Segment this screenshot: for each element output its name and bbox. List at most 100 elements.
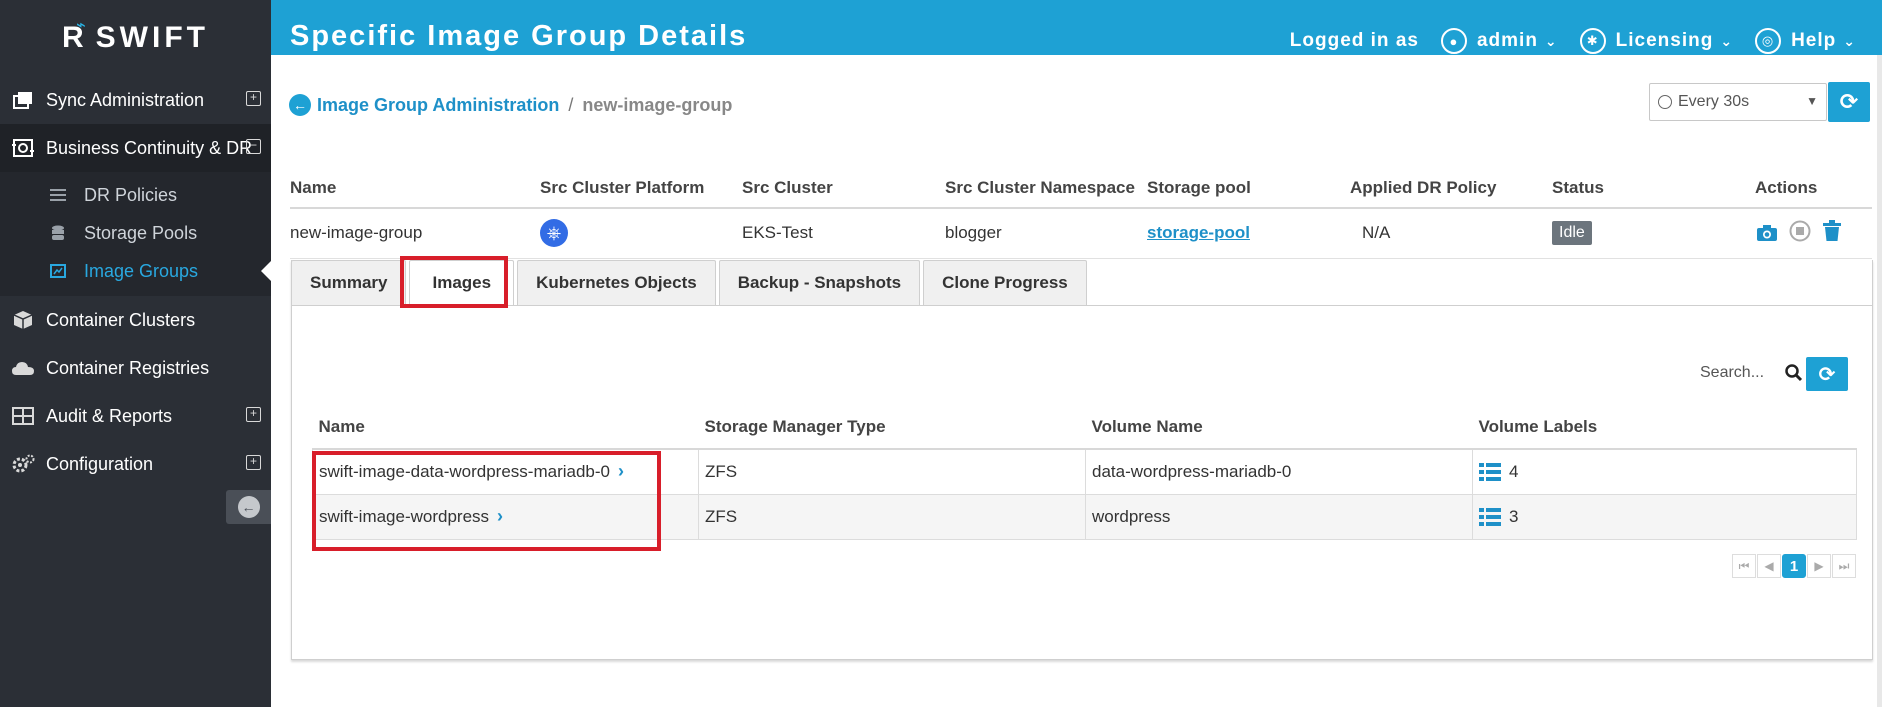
- column-header: Name: [312, 405, 699, 450]
- sidebar-item-container-registries[interactable]: Container Registries: [0, 344, 271, 392]
- tab-kubernetes-objects[interactable]: Kubernetes Objects: [517, 260, 716, 305]
- storage-type: ZFS: [698, 493, 1086, 540]
- table-icon: [10, 405, 36, 427]
- windows-icon: [10, 89, 36, 111]
- stop-icon[interactable]: [1788, 219, 1812, 243]
- expand-icon[interactable]: +: [246, 455, 261, 470]
- sidebar-item-label: Container Registries: [46, 357, 210, 378]
- chevron-down-icon: ⌄: [1843, 32, 1856, 49]
- header-right: Logged in as ● admin ⌄ ✱ Licensing ⌄ ◎ H…: [1290, 28, 1856, 54]
- sidebar-item-configuration[interactable]: Configuration +: [0, 440, 271, 488]
- actions-cell: [1755, 208, 1872, 259]
- gear-icon: ✱: [1579, 28, 1606, 54]
- list-icon[interactable]: [1479, 508, 1501, 527]
- list-icon: [48, 188, 68, 202]
- last-page-icon[interactable]: ⏭: [1832, 554, 1856, 578]
- pagination: ⏮ ◀ 1 ▶ ⏭: [1731, 554, 1856, 578]
- sidebar-item-container-clusters[interactable]: Container Clusters: [0, 296, 271, 344]
- logo: R ⌁ SWIFT: [0, 0, 271, 76]
- tab-backup-snapshots[interactable]: Backup - Snapshots: [718, 260, 921, 305]
- user-menu[interactable]: ● admin ⌄: [1440, 28, 1558, 54]
- table-row: new-image-group ⎈ EKS-Test blogger stora…: [290, 208, 1872, 259]
- kubernetes-icon: ⎈: [540, 219, 568, 248]
- logo-mark: R ⌁: [62, 17, 86, 54]
- labels-cell: 3: [1472, 493, 1857, 540]
- sidebar-item-label: Configuration: [46, 453, 154, 474]
- labels-cell: 4: [1472, 448, 1857, 495]
- database-icon: [48, 225, 68, 241]
- volume-name: wordpress: [1085, 493, 1473, 540]
- scrollbar[interactable]: [1877, 55, 1882, 707]
- src-cluster: EKS-Test: [742, 208, 945, 259]
- chevron-down-icon: ⌄: [1544, 32, 1558, 49]
- business-continuity-icon: [10, 137, 36, 159]
- search-icon[interactable]: [1785, 364, 1803, 387]
- list-icon[interactable]: [1479, 463, 1501, 482]
- first-page-icon[interactable]: ⏮: [1732, 554, 1756, 578]
- sidebar-subnav: DR Policies Storage Pools Image Groups: [0, 172, 271, 296]
- refresh-button[interactable]: ⟳: [1828, 82, 1870, 122]
- breadcrumb-link[interactable]: Image Group Administration: [317, 95, 559, 116]
- column-header: Status: [1552, 168, 1755, 209]
- image-group-icon: [48, 264, 68, 278]
- sidebar-item-business-continuity[interactable]: Business Continuity & DR −: [0, 124, 271, 172]
- sidebar-nav: Sync Administration + Business Continuit…: [0, 76, 271, 488]
- refresh-interval-select[interactable]: Every 30s ▼: [1649, 83, 1827, 121]
- column-header: Volume Labels: [1472, 405, 1857, 450]
- cube-icon: [10, 309, 36, 331]
- page-title: Specific Image Group Details: [290, 20, 748, 52]
- group-name: new-image-group: [290, 208, 540, 259]
- volume-name: data-wordpress-mariadb-0: [1085, 448, 1473, 495]
- licensing-menu[interactable]: ✱ Licensing ⌄: [1579, 28, 1733, 54]
- expand-icon[interactable]: +: [246, 91, 261, 106]
- camera-icon[interactable]: [1755, 221, 1779, 245]
- tab-clone-progress[interactable]: Clone Progress: [923, 260, 1087, 305]
- sidebar-item-label: Audit & Reports: [46, 405, 173, 426]
- sidebar-item-dr-policies[interactable]: DR Policies: [0, 176, 271, 214]
- collapse-icon[interactable]: −: [246, 139, 261, 154]
- help-menu[interactable]: ◎ Help ⌄: [1755, 28, 1856, 54]
- breadcrumb: ← Image Group Administration / new-image…: [289, 94, 732, 116]
- back-arrow-icon[interactable]: ←: [289, 94, 311, 116]
- sidebar-item-sync-administration[interactable]: Sync Administration +: [0, 76, 271, 124]
- breadcrumb-current: new-image-group: [582, 94, 733, 115]
- storage-pool-link[interactable]: storage-pool: [1147, 223, 1250, 242]
- column-header: Volume Name: [1085, 405, 1473, 450]
- cloud-icon: [10, 357, 36, 379]
- images-refresh-button[interactable]: ⟳: [1806, 357, 1848, 391]
- trash-icon[interactable]: [1820, 219, 1844, 243]
- column-header: Name: [290, 168, 540, 209]
- collapse-sidebar-button[interactable]: ←: [226, 490, 271, 524]
- tab-summary[interactable]: Summary: [291, 260, 407, 305]
- breadcrumb-separator: /: [568, 94, 574, 115]
- prev-page-icon[interactable]: ◀: [1757, 554, 1781, 578]
- clock-icon: [1658, 95, 1672, 109]
- status-cell: Idle: [1552, 208, 1755, 259]
- arrow-left-icon: ←: [237, 496, 260, 518]
- sidebar-item-label: Business Continuity & DR: [46, 137, 253, 158]
- column-header: Src Cluster Platform: [540, 168, 742, 209]
- labels-count: 3: [1509, 506, 1519, 526]
- sidebar: R ⌁ SWIFT Sync Administration + Business …: [0, 0, 271, 707]
- labels-count: 4: [1509, 461, 1519, 481]
- licensing-label: Licensing: [1615, 30, 1714, 51]
- expand-icon[interactable]: +: [246, 407, 261, 422]
- sidebar-item-storage-pools[interactable]: Storage Pools: [0, 214, 271, 252]
- refresh-icon: ⟳: [1839, 89, 1859, 114]
- sidebar-item-audit-reports[interactable]: Audit & Reports +: [0, 392, 271, 440]
- gears-icon: [10, 453, 36, 475]
- page-current[interactable]: 1: [1782, 554, 1806, 578]
- column-header: Applied DR Policy: [1350, 168, 1552, 209]
- column-header: Storage pool: [1147, 168, 1350, 209]
- column-header: Src Cluster Namespace: [945, 168, 1147, 209]
- sidebar-item-label: Storage Pools: [84, 222, 198, 243]
- logged-in-label: Logged in as: [1289, 30, 1419, 51]
- next-page-icon[interactable]: ▶: [1807, 554, 1831, 578]
- highlight-box: [400, 256, 508, 308]
- chevron-down-icon: ▼: [1806, 94, 1818, 108]
- sidebar-item-image-groups[interactable]: Image Groups: [0, 252, 271, 290]
- column-header: Src Cluster: [742, 168, 945, 209]
- search-input[interactable]: Search...: [1700, 364, 1764, 382]
- image-group-table: Name Src Cluster Platform Src Cluster Sr…: [290, 168, 1872, 259]
- help-icon: ◎: [1755, 28, 1782, 54]
